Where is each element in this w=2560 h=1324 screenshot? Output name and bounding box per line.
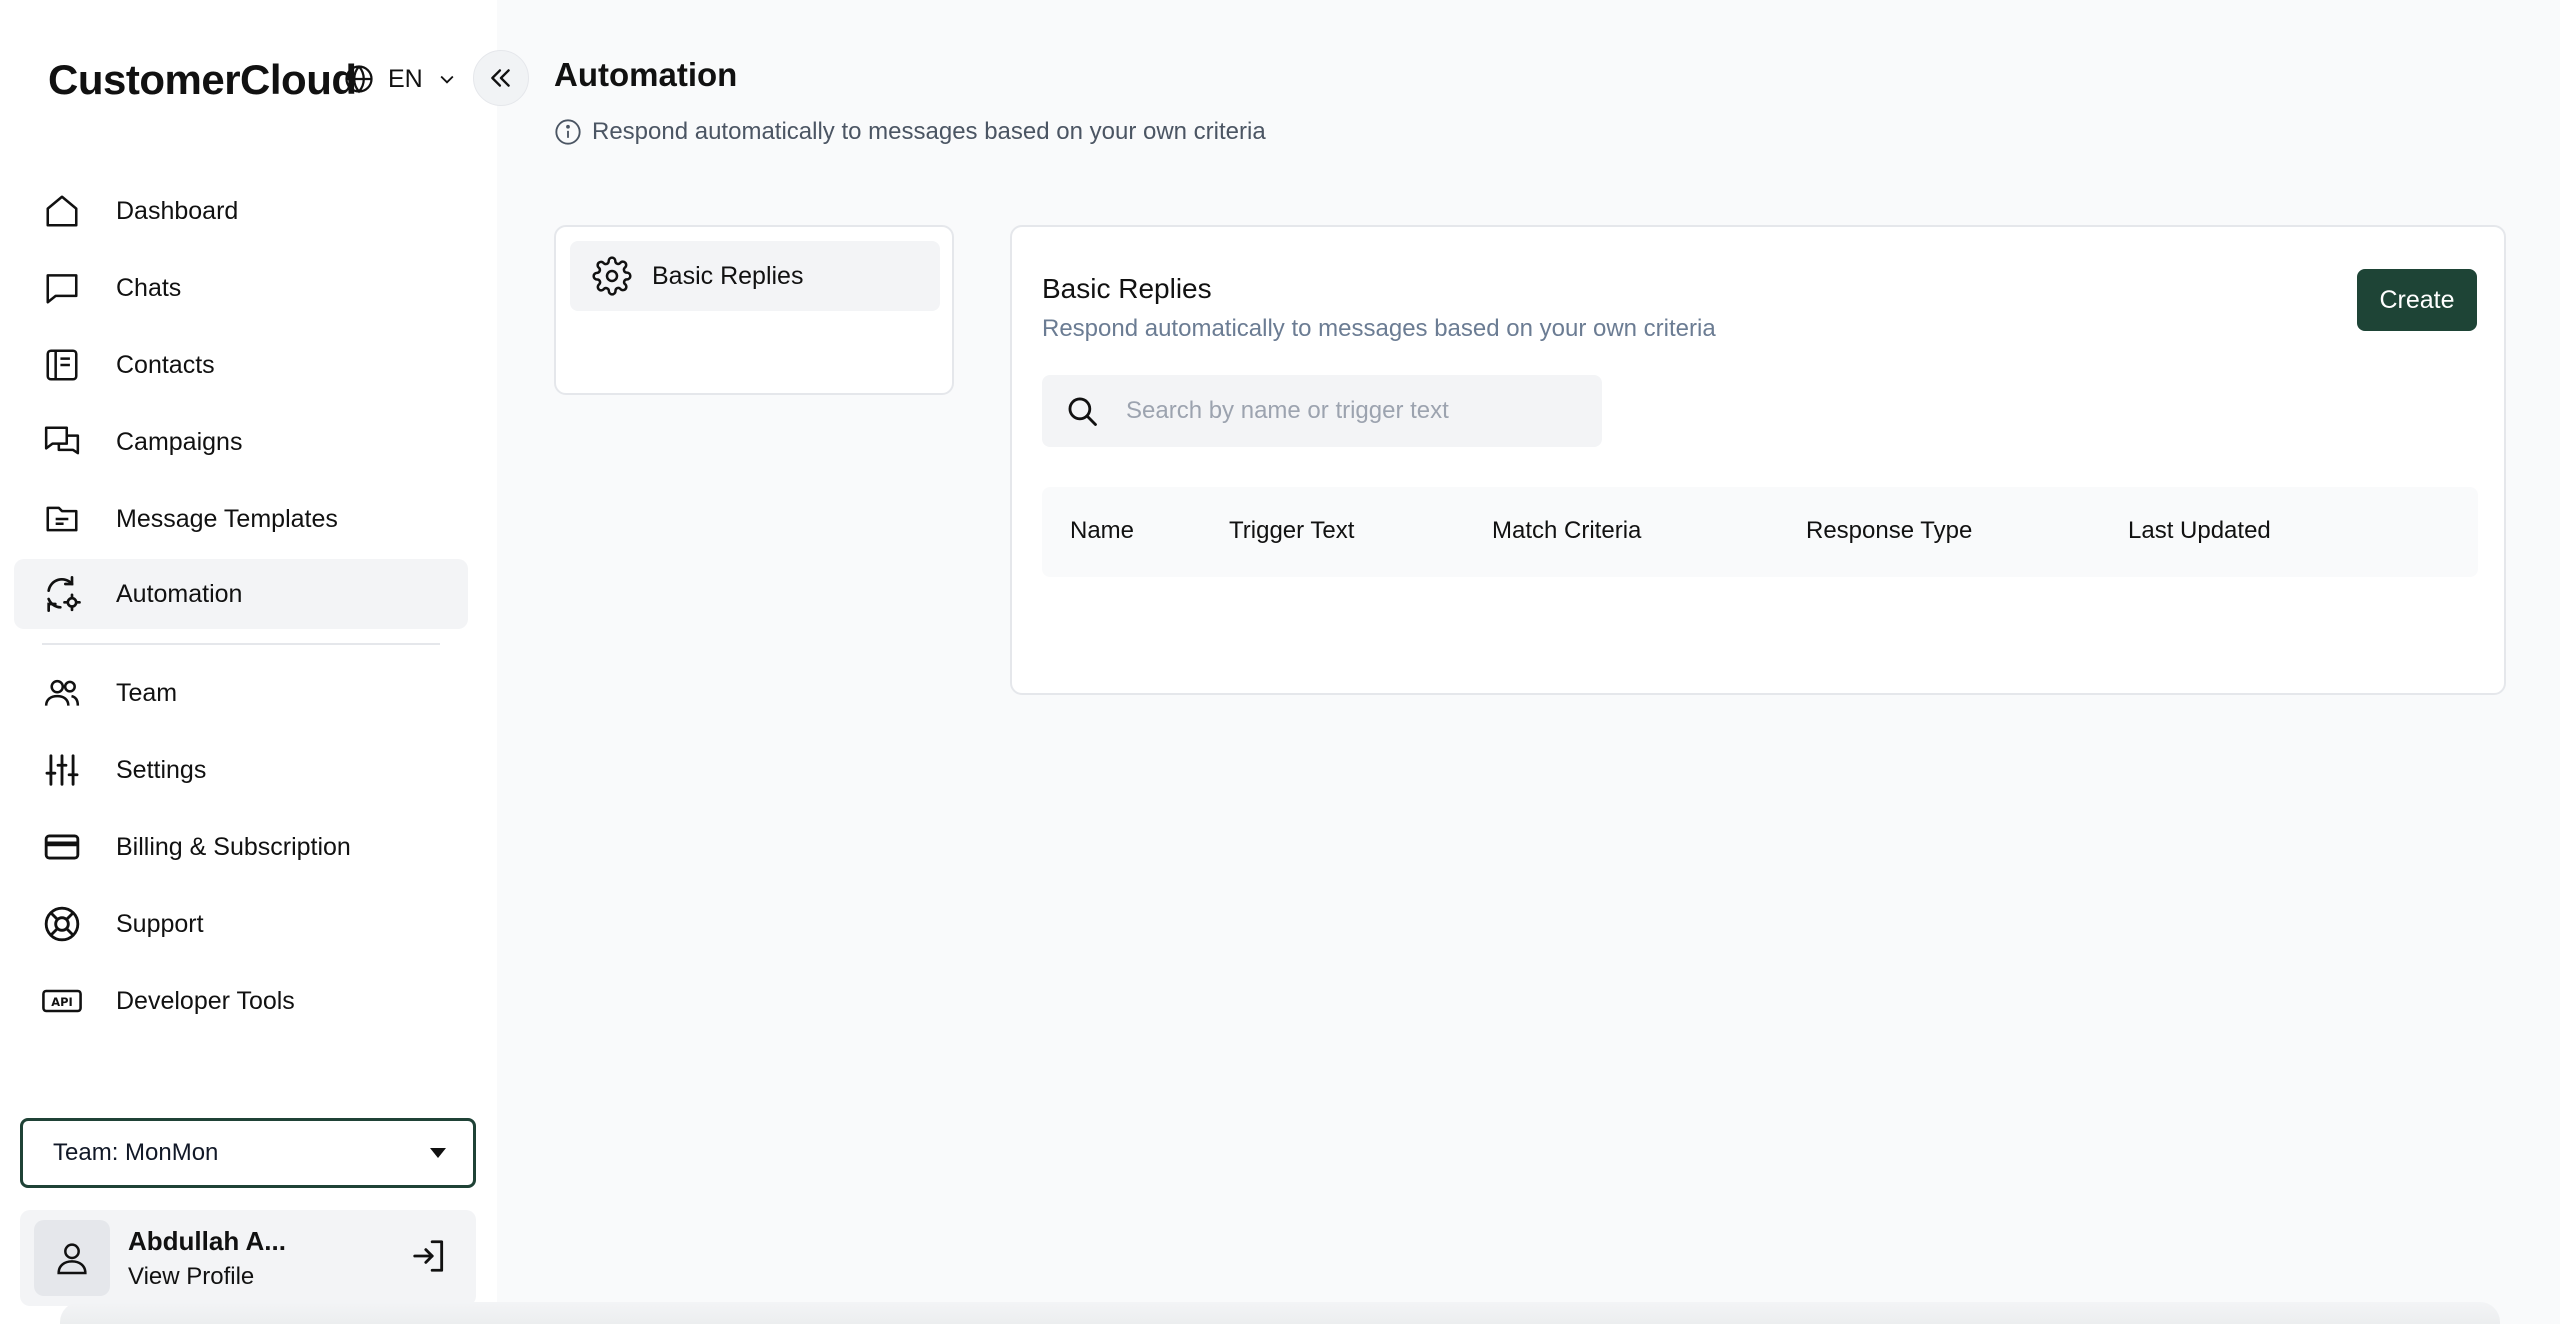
avatar[interactable] — [34, 1220, 110, 1296]
search-input[interactable] — [1126, 397, 1586, 425]
subnav-item-basic-replies[interactable]: Basic Replies — [570, 241, 940, 311]
sidebar-item-dashboard[interactable]: Dashboard — [14, 176, 468, 246]
home-icon — [42, 191, 82, 231]
sidebar-item-label: Team — [116, 678, 178, 707]
logout-icon[interactable] — [410, 1237, 448, 1280]
automation-icon — [42, 574, 82, 614]
svg-text:API: API — [51, 995, 72, 1009]
brand-logo: CustomerCloud — [48, 56, 357, 103]
sidebar-item-label: Dashboard — [116, 196, 239, 225]
globe-icon — [345, 65, 373, 94]
column-header-response-type[interactable]: Response Type — [1806, 517, 1972, 545]
subnav-item-label: Basic Replies — [652, 261, 804, 290]
column-header-last-updated[interactable]: Last Updated — [2128, 517, 2271, 545]
sidebar-item-message-templates[interactable]: Message Templates — [14, 484, 468, 554]
contacts-icon — [42, 345, 82, 385]
profile-name: Abdullah A... — [128, 1225, 286, 1256]
info-icon — [555, 119, 581, 145]
profile-card: Abdullah A... View Profile — [20, 1210, 476, 1306]
sidebar-item-settings[interactable]: Settings — [14, 735, 468, 805]
sidebar-item-developer-tools[interactable]: API Developer Tools — [14, 966, 468, 1036]
page-subtitle-text: Respond automatically to messages based … — [592, 118, 1266, 145]
user-icon — [57, 1243, 87, 1275]
chevron-down-icon — [440, 75, 454, 84]
sidebar-item-label: Settings — [116, 755, 207, 784]
language-label: EN — [388, 64, 423, 93]
sidebar-item-label: Billing & Subscription — [116, 832, 351, 861]
lifebuoy-icon — [42, 904, 82, 944]
basic-replies-card: Basic Replies Respond automatically to m… — [1010, 225, 2506, 695]
sidebar-item-label: Campaigns — [116, 427, 243, 456]
api-icon: API — [42, 981, 82, 1021]
sidebar-item-contacts[interactable]: Contacts — [14, 330, 468, 400]
bottom-edge — [60, 1302, 2500, 1324]
chat-icon — [42, 268, 82, 308]
sidebar-item-team[interactable]: Team — [14, 658, 468, 728]
team-select-value: Team: MonMon — [53, 1139, 219, 1166]
sidebar-item-label: Developer Tools — [116, 986, 295, 1015]
search-icon — [1062, 391, 1102, 431]
collapse-sidebar-button[interactable] — [473, 50, 529, 106]
card-subtitle: Respond automatically to messages based … — [1042, 315, 1716, 342]
chevrons-left-icon — [491, 69, 510, 87]
column-header-trigger-text[interactable]: Trigger Text — [1229, 517, 1354, 545]
folder-icon — [42, 499, 82, 539]
sidebar-divider — [42, 643, 440, 645]
team-icon — [42, 673, 82, 713]
sidebar: CustomerCloud EN Dashboard Chats Contact… — [0, 0, 497, 1324]
card-icon — [42, 827, 82, 867]
gear-icon — [592, 256, 632, 296]
search-box — [1042, 375, 1602, 447]
page-title: Automation — [554, 56, 738, 93]
card-title: Basic Replies — [1042, 273, 1212, 304]
team-select[interactable]: Team: MonMon — [20, 1118, 476, 1188]
view-profile-link[interactable]: View Profile — [128, 1263, 410, 1291]
table-header: Name Trigger Text Match Criteria Respons… — [1042, 487, 2478, 577]
sidebar-item-label: Chats — [116, 273, 182, 302]
sidebar-item-campaigns[interactable]: Campaigns — [14, 407, 468, 477]
campaigns-icon — [42, 422, 82, 462]
caret-down-icon — [430, 1148, 446, 1158]
sidebar-item-label: Automation — [116, 579, 243, 608]
sidebar-item-billing[interactable]: Billing & Subscription — [14, 812, 468, 882]
sidebar-item-label: Support — [116, 909, 204, 938]
column-header-name[interactable]: Name — [1070, 517, 1134, 545]
sidebar-item-support[interactable]: Support — [14, 889, 468, 959]
sliders-icon — [42, 750, 82, 790]
automation-subnav: Basic Replies — [554, 225, 954, 395]
language-selector[interactable]: EN — [344, 64, 457, 94]
sidebar-item-chats[interactable]: Chats — [14, 253, 468, 323]
column-header-match-criteria[interactable]: Match Criteria — [1492, 517, 1641, 545]
sidebar-item-label: Message Templates — [116, 504, 338, 533]
create-button[interactable]: Create — [2357, 269, 2477, 331]
sidebar-item-label: Contacts — [116, 350, 215, 379]
sidebar-item-automation[interactable]: Automation — [14, 559, 468, 629]
page-subtitle: Respond automatically to messages based … — [554, 118, 1266, 146]
